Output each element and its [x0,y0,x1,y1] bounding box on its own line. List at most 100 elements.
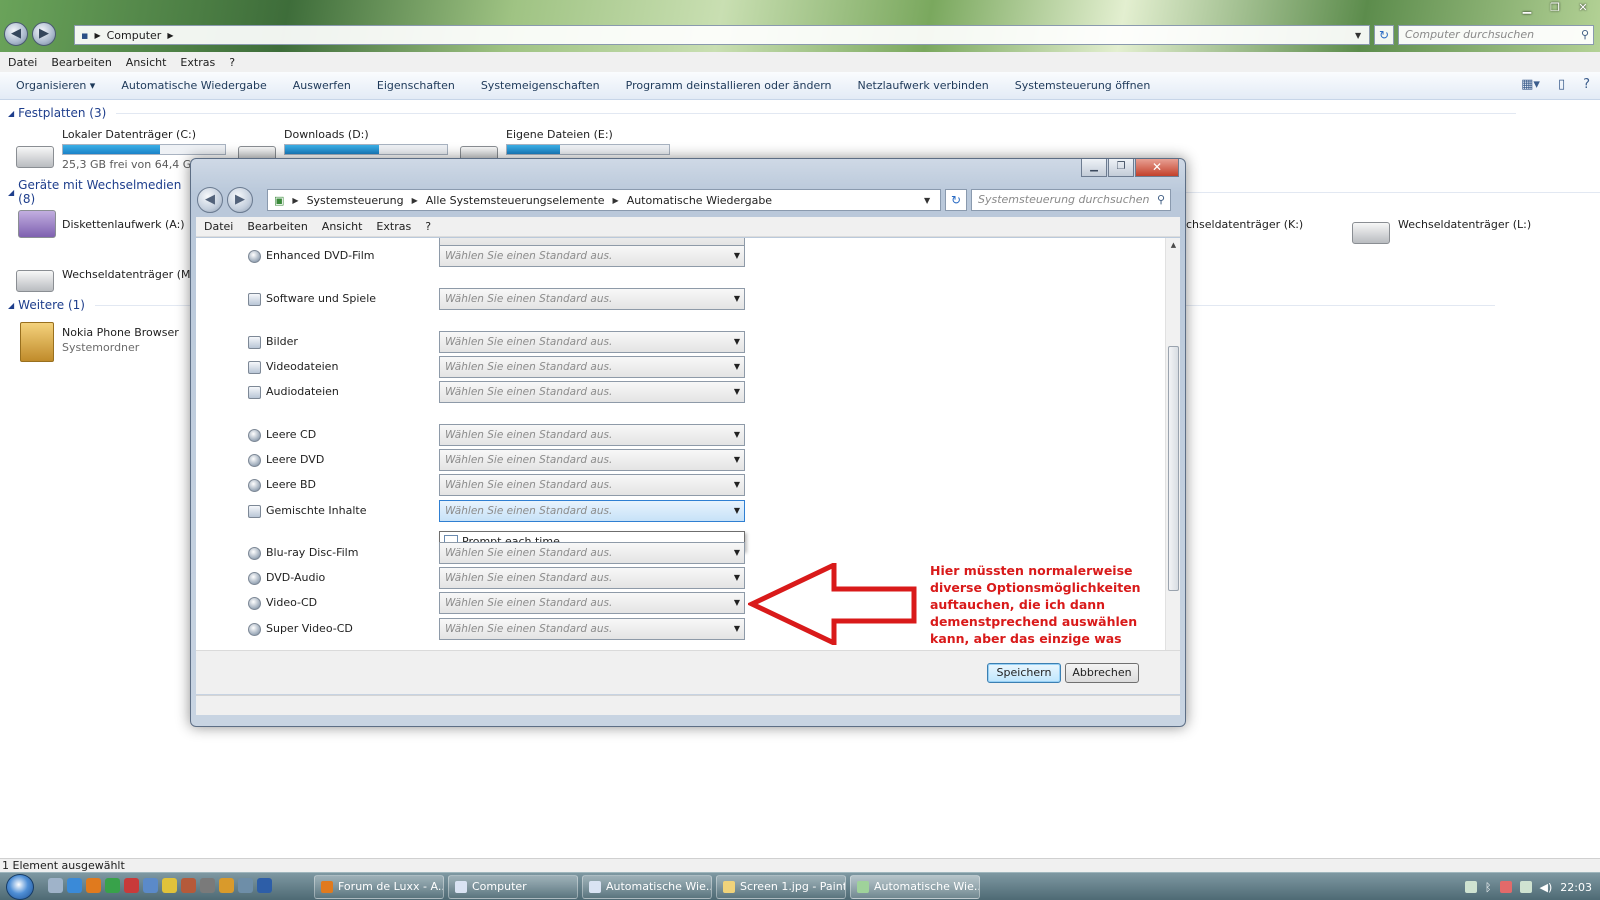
refresh-button[interactable]: ↻ [1374,25,1394,45]
media-default-select[interactable]: Wählen Sie einen Standard aus. ▼ [439,474,745,496]
search-icon[interactable]: ⚲ [1581,26,1589,44]
help-icon[interactable]: ? [1583,77,1590,92]
maximize-button[interactable]: ❐ [1108,159,1134,177]
uninstall-program-button[interactable]: Programm deinstallieren oder ändern [626,79,832,92]
app-icon[interactable] [238,878,253,893]
maximize-button[interactable]: ❐ [1542,0,1568,16]
back-button[interactable]: ◀ [197,187,223,213]
breadcrumb-systemsteuerung[interactable]: Systemsteuerung [307,194,404,207]
item-nokia-phone-browser[interactable]: Nokia Phone Browser [62,326,179,339]
menu-help[interactable]: ? [229,56,235,69]
save-button[interactable]: Speichern [987,663,1061,683]
back-button[interactable]: ◀ [4,22,28,46]
network-icon[interactable] [1519,881,1532,893]
address-bar[interactable]: ▣ ▶ Systemsteuerung ▶ Alle Systemsteueru… [267,189,941,211]
volume-icon[interactable]: ◀) [1540,881,1553,894]
item-removable-l[interactable]: Wechseldatenträger (L:) [1398,218,1531,231]
media-default-select-open[interactable]: Wählen Sie einen Standard aus. ▼ [439,500,745,522]
menu-datei[interactable]: Datei [8,56,37,69]
chevron-down-icon[interactable]: ▼ [1355,31,1369,40]
show-desktop-icon[interactable] [48,878,63,893]
breadcrumb-all-items[interactable]: Alle Systemsteuerungselemente [426,194,605,207]
app-icon[interactable] [181,878,196,893]
group-header-hdd[interactable]: ◢ Festplatten (3) [8,106,1516,120]
app-icon[interactable] [200,878,215,893]
media-default-select[interactable]: Wählen Sie einen Standard aus. ▼ [439,288,745,310]
eject-button[interactable]: Auswerfen [293,79,351,92]
preview-pane-icon[interactable]: ▯ [1558,77,1565,92]
minimize-button[interactable]: ▁ [1514,0,1540,16]
scrollbar-thumb[interactable] [1168,346,1179,591]
menu-ansicht[interactable]: Ansicht [126,56,167,69]
system-properties-button[interactable]: Systemeigenschaften [481,79,600,92]
scroll-up-icon[interactable]: ▲ [1166,238,1180,252]
properties-button[interactable]: Eigenschaften [377,79,455,92]
drive-label: Eigene Dateien (E:) [506,128,613,141]
menu-help[interactable]: ? [425,220,431,233]
close-button[interactable]: ✕ [1570,0,1596,16]
menu-datei[interactable]: Datei [204,220,233,233]
chevron-down-icon[interactable]: ▼ [924,196,940,205]
floppy-drive-icon[interactable] [18,210,56,238]
clock[interactable]: 22:03 [1560,881,1592,894]
media-default-select[interactable]: Wählen Sie einen Standard aus. ▼ [439,381,745,403]
view-options-icon[interactable]: ▦▾ [1521,77,1540,92]
media-default-select[interactable]: Wählen Sie einen Standard aus. ▼ [439,245,745,267]
tray-icon[interactable] [1499,881,1512,893]
media-default-select[interactable]: Wählen Sie einen Standard aus. ▼ [439,567,745,589]
media-default-select[interactable]: Wählen Sie einen Standard aus. ▼ [439,618,745,640]
cancel-button[interactable]: Abbrechen [1065,663,1139,683]
minimize-button[interactable]: ▁ [1081,159,1107,177]
removable-drive-icon[interactable] [16,270,54,292]
search-icon[interactable]: ⚲ [1157,190,1165,210]
item-floppy-a[interactable]: Diskettenlaufwerk (A:) [62,218,185,231]
taskbar-item-active[interactable]: Automatische Wie... [850,875,980,899]
group-title: Festplatten (3) [18,106,107,120]
media-default-select[interactable]: Wählen Sie einen Standard aus. ▼ [439,356,745,378]
forward-button[interactable]: ▶ [227,187,253,213]
media-default-select[interactable]: Wählen Sie einen Standard aus. ▼ [439,331,745,353]
item-removable-k[interactable]: chseldatenträger (K:) [1186,218,1303,231]
firefox-icon[interactable] [86,878,101,893]
refresh-button[interactable]: ↻ [945,189,967,211]
search-input[interactable]: Systemsteuerung durchsuchen ⚲ [971,189,1171,211]
system-folder-icon[interactable] [20,322,54,362]
media-default-select[interactable]: Wählen Sie einen Standard aus. ▼ [439,449,745,471]
media-default-select[interactable]: Wählen Sie einen Standard aus. ▼ [439,592,745,614]
item-removable-m[interactable]: Wechseldatenträger (M:) [62,268,198,281]
start-button[interactable] [6,874,34,900]
media-default-select[interactable]: Wählen Sie einen Standard aus. ▼ [439,542,745,564]
ie-icon[interactable] [67,878,82,893]
hard-drive-icon[interactable] [16,146,54,168]
map-network-drive-button[interactable]: Netzlaufwerk verbinden [858,79,989,92]
app-icon[interactable] [105,878,120,893]
taskbar-item[interactable]: Forum de Luxx - A... [314,875,444,899]
menu-extras[interactable]: Extras [376,220,411,233]
taskbar-item[interactable]: Automatische Wie... [582,875,712,899]
app-icon[interactable] [219,878,234,893]
breadcrumb-computer[interactable]: Computer [107,29,162,42]
close-button[interactable]: ✕ [1135,159,1179,177]
address-bar[interactable]: ▪ ▶ Computer ▶ ▼ [74,25,1370,45]
app-icon[interactable] [124,878,139,893]
vertical-scrollbar[interactable]: ▲ ▼ [1165,238,1180,694]
autoplay-button[interactable]: Automatische Wiedergabe [121,79,266,92]
taskbar-item[interactable]: Computer [448,875,578,899]
media-default-select[interactable]: Wählen Sie einen Standard aus. ▼ [439,424,745,446]
menu-bearbeiten[interactable]: Bearbeiten [247,220,307,233]
app-icon[interactable] [143,878,158,893]
menu-extras[interactable]: Extras [180,56,215,69]
removable-drive-icon[interactable] [1352,222,1390,244]
app-icon[interactable] [162,878,177,893]
organize-button[interactable]: Organisieren ▾ [16,79,95,92]
menu-ansicht[interactable]: Ansicht [322,220,363,233]
open-control-panel-button[interactable]: Systemsteuerung öffnen [1015,79,1151,92]
taskbar-item[interactable]: Screen 1.jpg - Paint [716,875,846,899]
forward-button[interactable]: ▶ [32,22,56,46]
menu-bearbeiten[interactable]: Bearbeiten [51,56,111,69]
word-icon[interactable] [257,878,272,893]
tray-icon[interactable] [1464,881,1477,893]
search-input[interactable]: Computer durchsuchen ⚲ [1398,25,1594,45]
breadcrumb-autoplay[interactable]: Automatische Wiedergabe [627,194,772,207]
bluetooth-icon[interactable]: ᛒ [1485,881,1492,894]
